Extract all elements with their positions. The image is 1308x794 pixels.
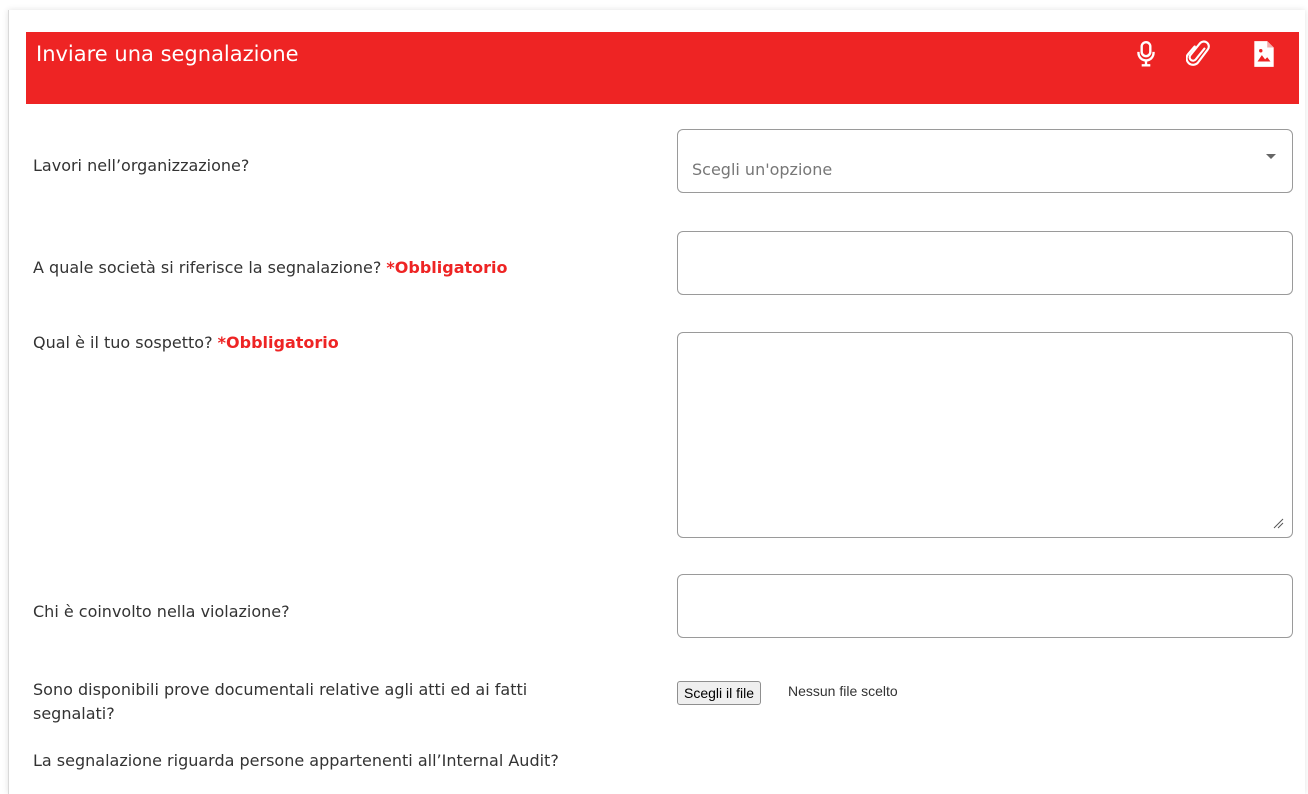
- required-marker: *Obbligatorio: [386, 258, 508, 277]
- involved-input[interactable]: [677, 574, 1293, 638]
- microphone-icon[interactable]: [1133, 40, 1159, 68]
- question-documents-line1: Sono disponibili prove documentali relat…: [33, 680, 528, 699]
- suspicion-textarea[interactable]: [677, 332, 1293, 538]
- form-header: Inviare una segnalazione: [26, 32, 1299, 104]
- question-documents: Sono disponibili prove documentali relat…: [33, 678, 527, 726]
- resize-handle-icon[interactable]: [1272, 517, 1284, 529]
- question-suspicion-label: Qual è il tuo sospetto?: [33, 333, 213, 352]
- image-file-icon[interactable]: [1251, 40, 1277, 68]
- question-internal-audit: La segnalazione riguarda persone apparte…: [33, 751, 559, 770]
- question-works-in-organization: Lavori nell’organizzazione?: [33, 156, 250, 175]
- question-suspicion: Qual è il tuo sospetto? *Obbligatorio: [33, 331, 339, 355]
- question-involved: Chi è coinvolto nella violazione?: [33, 602, 290, 621]
- file-status: Nessun file scelto: [788, 683, 898, 699]
- required-marker: *Obbligatorio: [217, 333, 339, 352]
- form-title: Inviare una segnalazione: [36, 42, 299, 66]
- choose-file-button[interactable]: Scegli il file: [677, 681, 762, 705]
- question-company-label: A quale società si riferisce la segnalaz…: [33, 258, 382, 277]
- chevron-down-icon: [1266, 154, 1276, 159]
- question-documents-line2: segnalati?: [33, 704, 115, 723]
- organization-select[interactable]: Scegli un'opzione: [677, 129, 1293, 193]
- select-placeholder: Scegli un'opzione: [692, 160, 833, 179]
- company-input[interactable]: [677, 231, 1293, 295]
- paperclip-icon[interactable]: [1185, 40, 1212, 68]
- question-company: A quale società si riferisce la segnalaz…: [33, 256, 508, 280]
